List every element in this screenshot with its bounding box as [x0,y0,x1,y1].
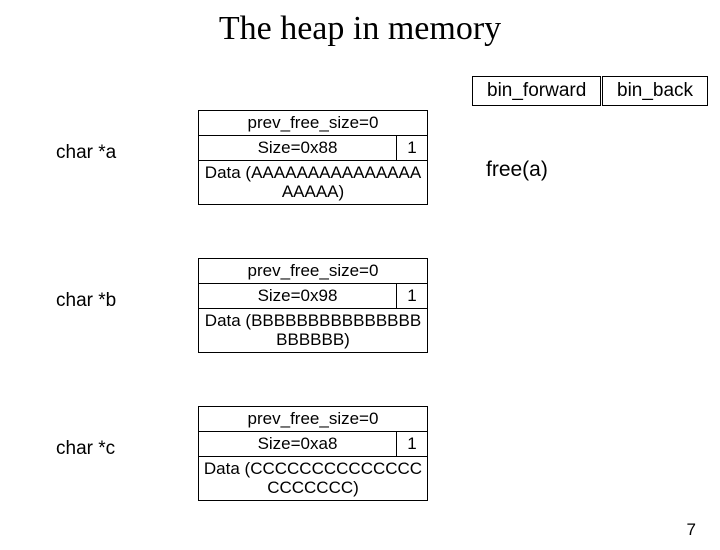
block-a-size-row: Size=0x88 1 [199,136,427,161]
block-a-size: Size=0x88 [199,136,396,160]
block-b-data: Data (BBBBBBBBBBBBBBBBBBBBB) [199,309,427,352]
block-b-size-row: Size=0x98 1 [199,284,427,309]
page-number: 7 [687,520,696,540]
block-c-size-row: Size=0xa8 1 [199,432,427,457]
block-a-prev: prev_free_size=0 [199,111,427,136]
bin-forward-box: bin_forward [472,76,601,106]
block-a-data: Data (AAAAAAAAAAAAAAAAAAAA) [199,161,427,204]
block-c-prev: prev_free_size=0 [199,407,427,432]
block-c-flag: 1 [396,432,427,456]
pointer-a-label: char *a [56,142,116,164]
pointer-c-label: char *c [56,438,115,460]
slide-title: The heap in memory [0,10,720,48]
block-b-size: Size=0x98 [199,284,396,308]
block-c-size: Size=0xa8 [199,432,396,456]
block-a-flag: 1 [396,136,427,160]
block-b-prev: prev_free_size=0 [199,259,427,284]
bin-back-box: bin_back [602,76,708,106]
block-b-flag: 1 [396,284,427,308]
pointer-b-label: char *b [56,290,116,312]
heap-block-a: prev_free_size=0 Size=0x88 1 Data (AAAAA… [198,110,428,205]
heap-block-b: prev_free_size=0 Size=0x98 1 Data (BBBBB… [198,258,428,353]
block-c-data: Data (CCCCCCCCCCCCCCCCCCCCC) [199,457,427,500]
heap-block-c: prev_free_size=0 Size=0xa8 1 Data (CCCCC… [198,406,428,501]
free-action-label: free(a) [486,158,548,182]
